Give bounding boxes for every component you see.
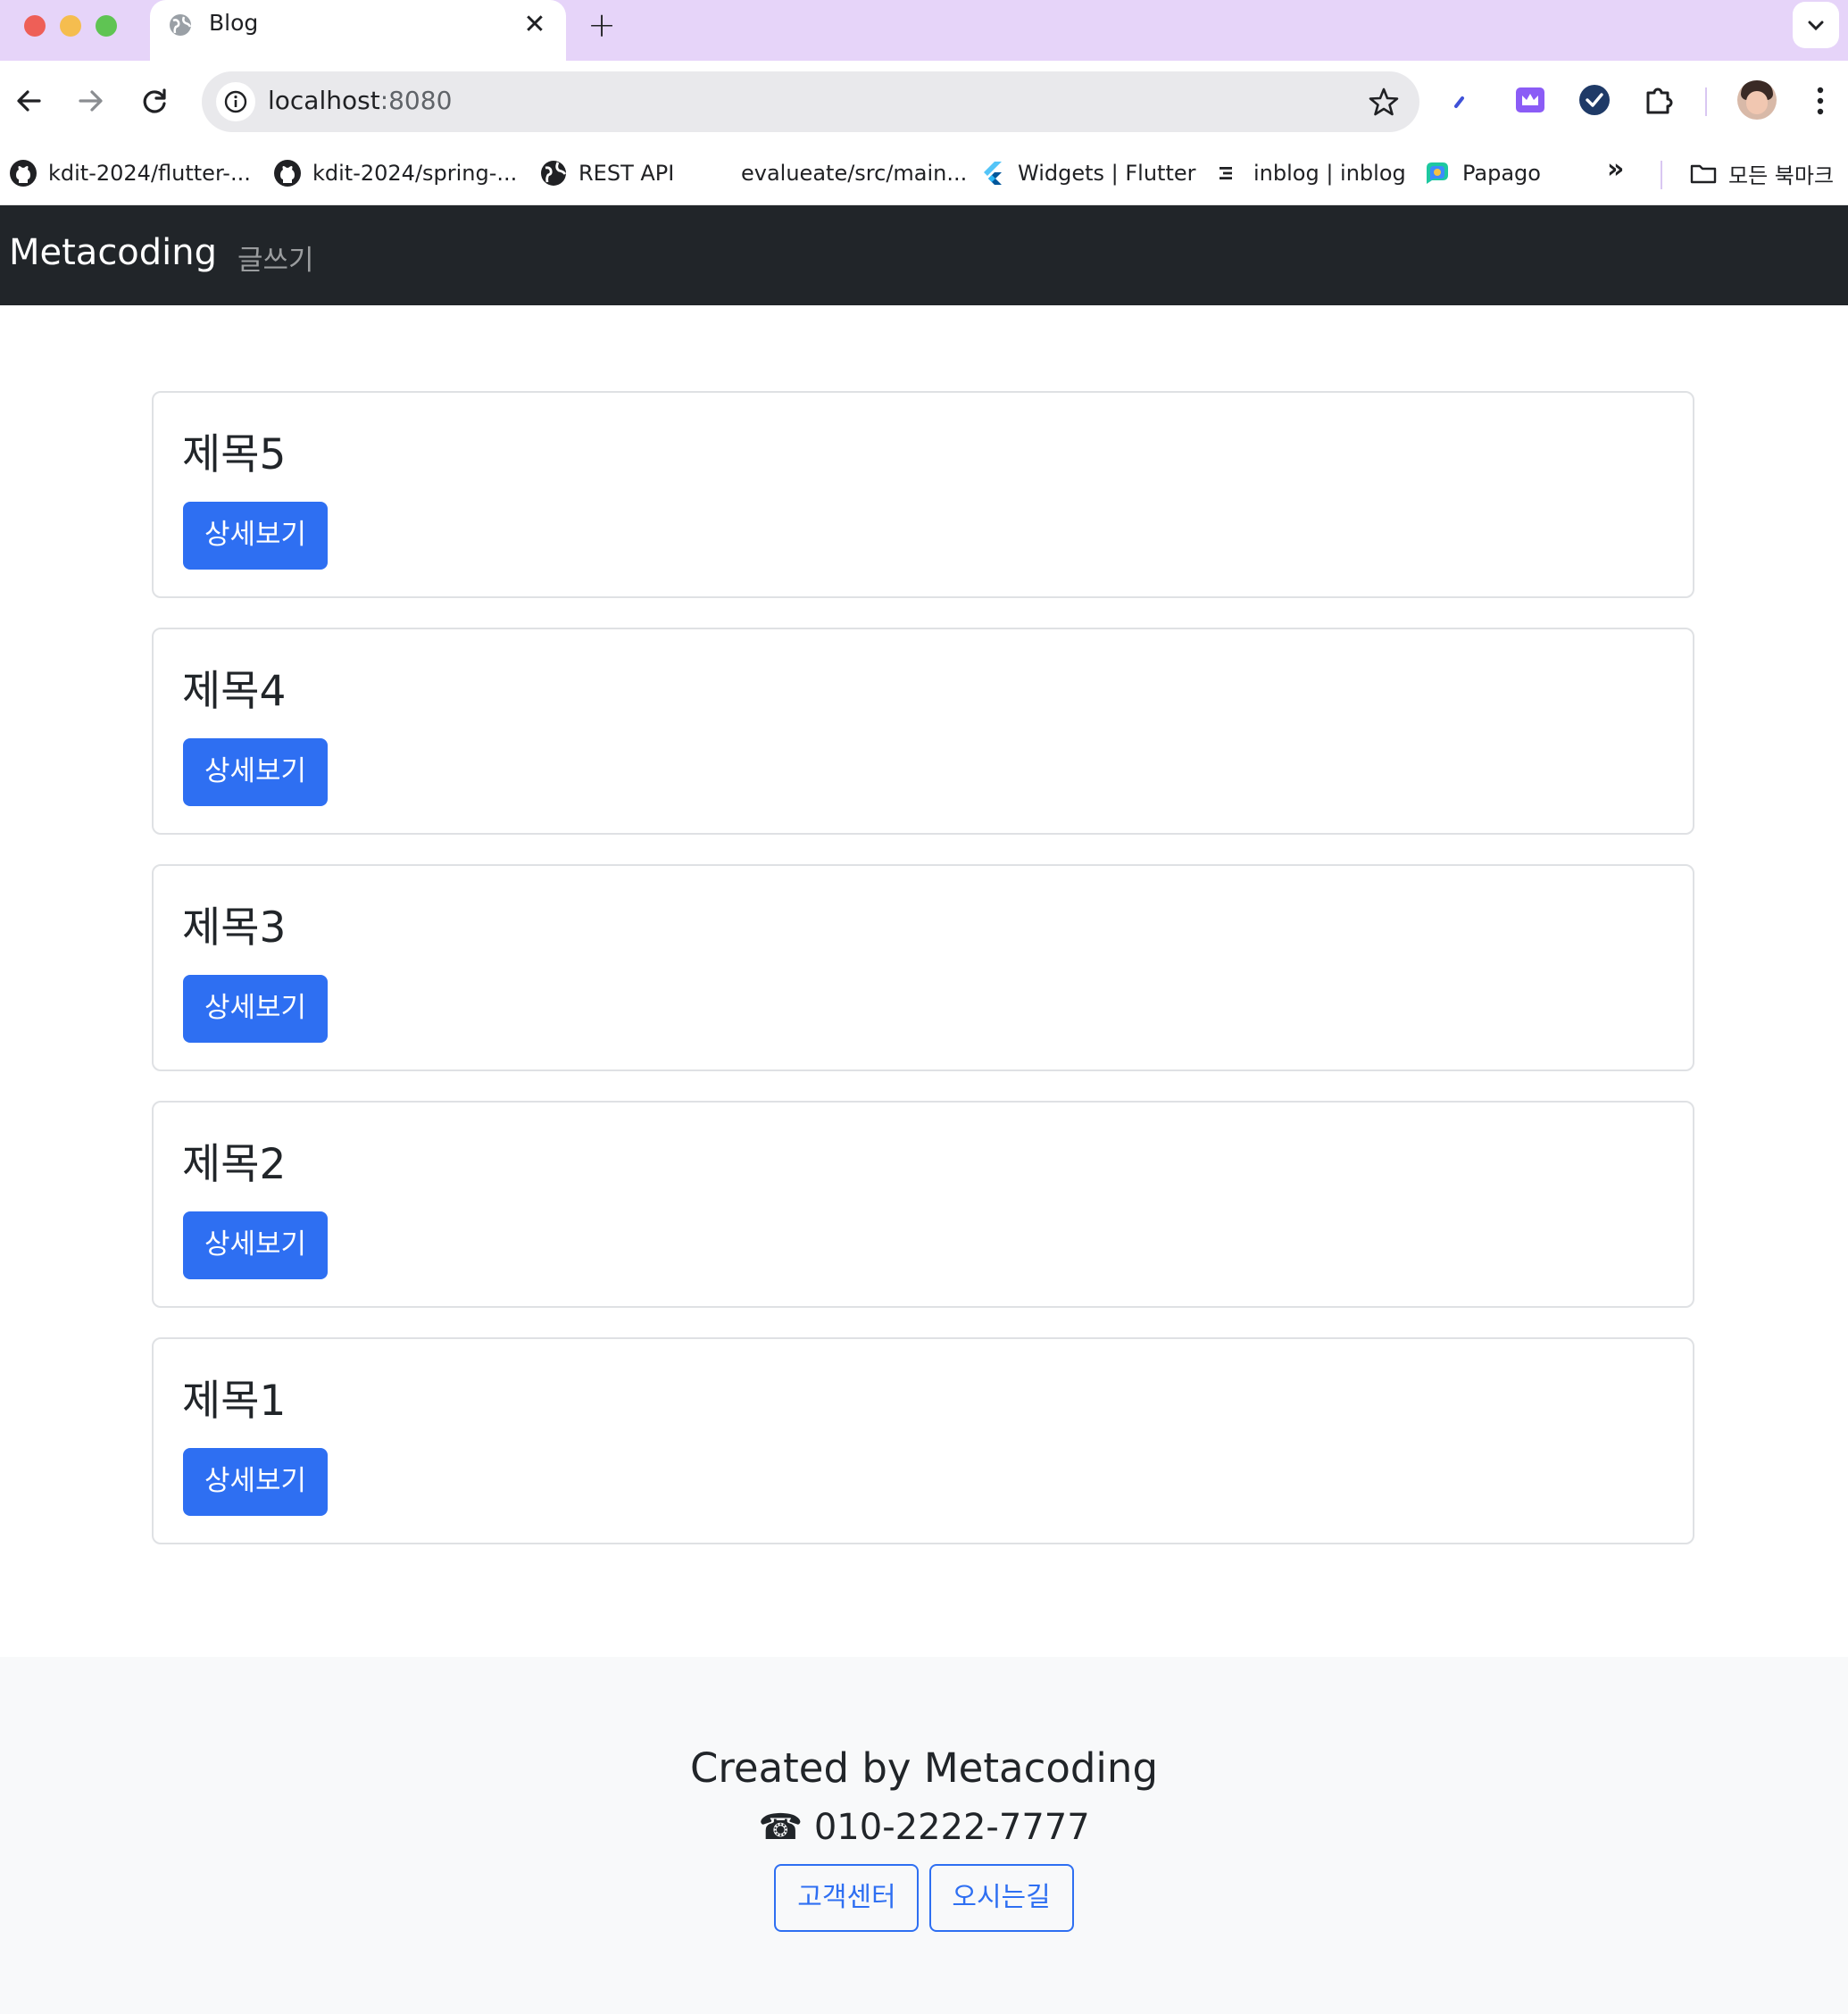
bookmark-label: REST API <box>579 161 675 186</box>
pen-extension-icon[interactable] <box>1444 82 1480 118</box>
address-bar[interactable]: localhost:8080 <box>202 71 1419 132</box>
site-footer: Created by Metacoding ☎ 010-2222-7777 고객… <box>0 1657 1848 2014</box>
bookmark-label: Widgets | Flutter <box>1018 161 1196 186</box>
post-title: 제목3 <box>182 903 287 953</box>
customer-center-button[interactable]: 고객센터 <box>774 1864 920 1932</box>
bookmarks-bar: kdit-2024/flutter-... kdit-2024/spring-.… <box>0 141 1848 205</box>
site-navbar: Metacoding 글쓰기 <box>0 205 1848 305</box>
bookmark-item[interactable]: evalueate/src/main... <box>741 154 967 193</box>
post-card: 제목5 상세보기 <box>152 391 1694 598</box>
bookmark-label: evalueate/src/main... <box>741 161 968 186</box>
post-title: 제목2 <box>182 1140 287 1189</box>
profile-avatar[interactable] <box>1737 80 1777 120</box>
papago-icon <box>1427 162 1448 184</box>
bookmark-label: Papago <box>1462 161 1541 186</box>
detail-button[interactable]: 상세보기 <box>183 975 328 1043</box>
detail-button[interactable]: 상세보기 <box>183 1448 328 1516</box>
bookmark-label: kdit-2024/flutter-... <box>48 161 251 186</box>
folder-icon <box>1690 164 1717 184</box>
footer-phone: ☎ 010-2222-7777 <box>758 1807 1090 1848</box>
tab-search-button[interactable] <box>1793 2 1839 48</box>
check-extension-icon[interactable] <box>1577 82 1612 118</box>
url-host: localhost <box>268 86 380 115</box>
address-url: localhost:8080 <box>268 86 452 115</box>
post-title: 제목1 <box>182 1377 287 1426</box>
post-card: 제목1 상세보기 <box>152 1337 1694 1544</box>
bookmark-item[interactable]: kdit-2024/flutter-... <box>9 154 251 193</box>
reload-icon[interactable] <box>136 82 173 120</box>
avatar-face <box>1746 91 1768 114</box>
crown-extension-icon[interactable] <box>1512 82 1548 118</box>
nav-link-write[interactable]: 글쓰기 <box>237 237 314 278</box>
bookmark-label: inblog | inblog <box>1253 161 1406 186</box>
bookmark-item[interactable]: kdit-2024/spring-... <box>273 154 517 193</box>
all-bookmarks-folder[interactable]: 모든 북마크 <box>1689 154 1834 193</box>
url-port: :8080 <box>379 86 453 115</box>
bookmark-item[interactable]: REST API <box>539 154 674 193</box>
window-minimize-button[interactable] <box>60 15 81 37</box>
window-zoom-button[interactable] <box>96 15 117 37</box>
detail-button[interactable]: 상세보기 <box>183 738 328 806</box>
tab-close-icon[interactable]: ✕ <box>521 7 548 43</box>
forward-arrow-icon[interactable] <box>71 82 109 120</box>
browser-tab-active[interactable]: Blog ✕ <box>150 0 566 61</box>
chevron-down-icon <box>1808 21 1824 31</box>
footer-button-group: 고객센터 오시는길 <box>0 1864 1848 1932</box>
globe-icon <box>541 161 567 186</box>
extensions-puzzle-icon[interactable] <box>1641 82 1677 118</box>
directions-button[interactable]: 오시는길 <box>928 1864 1074 1932</box>
post-card: 제목2 상세보기 <box>152 1101 1694 1308</box>
globe-icon <box>170 14 192 36</box>
footer-title: Created by Metacoding <box>689 1744 1159 1792</box>
browser-menu-icon[interactable] <box>1807 82 1834 120</box>
brand-logo-text[interactable]: Metacoding <box>9 232 217 273</box>
site-info-button[interactable] <box>216 82 255 121</box>
bookmark-item[interactable]: inblog | inblog <box>1214 154 1406 193</box>
browser-tab-strip: Blog ✕ + <box>0 0 1848 61</box>
all-bookmarks-label: 모든 북마크 <box>1728 162 1835 188</box>
post-card: 제목4 상세보기 <box>152 628 1694 835</box>
post-title: 제목4 <box>182 667 287 716</box>
bookmark-star-icon[interactable] <box>1368 86 1400 118</box>
bookmarks-separator <box>1661 161 1662 189</box>
bookmark-item[interactable]: Papago <box>1423 154 1541 193</box>
inblog-icon <box>1220 167 1232 179</box>
github-icon <box>274 160 301 187</box>
browser-toolbar: localhost:8080 <box>0 61 1848 141</box>
new-tab-button[interactable]: + <box>586 5 618 45</box>
flutter-icon <box>984 162 1002 185</box>
post-title: 제목5 <box>182 430 287 479</box>
detail-button[interactable]: 상세보기 <box>183 502 328 570</box>
info-icon <box>224 90 247 113</box>
tab-title: Blog <box>209 10 259 36</box>
post-list: 제목5 상세보기 제목4 상세보기 제목3 상세보기 제목2 상세보기 제목1 … <box>152 391 1694 1574</box>
github-icon <box>10 160 37 187</box>
window-close-button[interactable] <box>24 15 46 37</box>
detail-button[interactable]: 상세보기 <box>183 1211 328 1279</box>
bookmark-item[interactable]: Widgets | Flutter <box>978 154 1196 193</box>
post-card: 제목3 상세보기 <box>152 864 1694 1071</box>
bookmark-label: kdit-2024/spring-... <box>312 161 518 186</box>
toolbar-separator <box>1705 87 1707 116</box>
bookmarks-overflow-button[interactable]: » <box>1607 154 1624 185</box>
back-arrow-icon[interactable] <box>11 82 48 120</box>
